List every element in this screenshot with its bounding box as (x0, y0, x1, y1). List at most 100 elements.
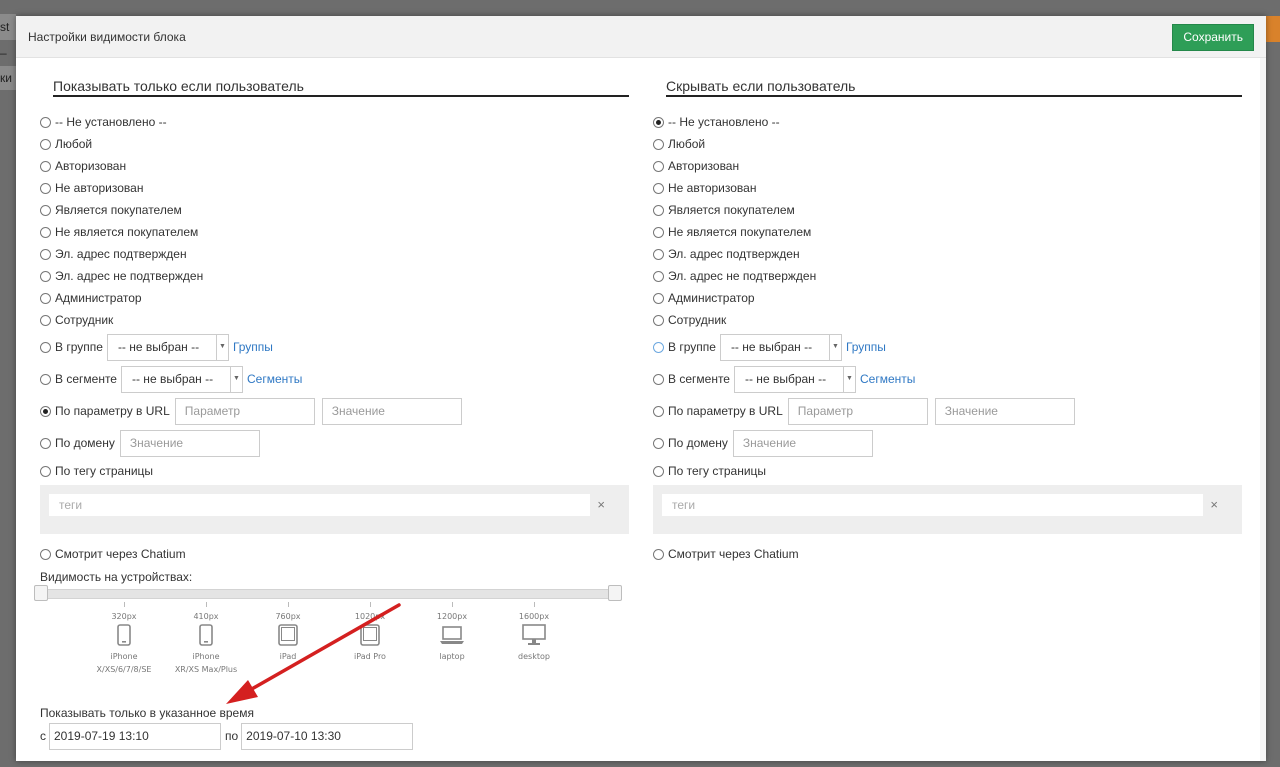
radio-option[interactable]: Любой (40, 133, 630, 155)
scrollbar[interactable] (1260, 58, 1266, 761)
close-icon[interactable]: × (597, 497, 605, 512)
segments-link[interactable]: Сегменты (247, 370, 302, 388)
radio-button[interactable] (653, 270, 664, 282)
url-param-input[interactable] (174, 397, 315, 425)
radio-button[interactable] (40, 314, 51, 326)
option-url-param[interactable]: По параметру в URL (653, 395, 1243, 427)
hide-if-title: Скрывать если пользователь (666, 78, 1242, 97)
radio-button[interactable] (40, 341, 51, 353)
radio-option[interactable]: Эл. адрес подтвержден (40, 243, 630, 265)
option-domain[interactable]: По домену (653, 427, 1243, 459)
option-in-group[interactable]: В группе -- не выбран -- ▼ Группы (40, 331, 630, 363)
radio-button[interactable] (40, 548, 51, 560)
radio-button[interactable] (653, 405, 664, 417)
radio-option[interactable]: Администратор (653, 287, 1243, 309)
radio-button[interactable] (40, 160, 51, 172)
radio-option[interactable]: Является покупателем (653, 199, 1243, 221)
radio-option[interactable]: Администратор (40, 287, 630, 309)
radio-option[interactable]: Любой (653, 133, 1243, 155)
radio-option[interactable]: Авторизован (40, 155, 630, 177)
option-label: Эл. адрес не подтвержден (55, 269, 204, 283)
tags-input[interactable] (49, 494, 590, 516)
device-range-slider[interactable] (40, 589, 622, 599)
option-label: В группе (55, 340, 103, 354)
url-param-input[interactable] (787, 397, 928, 425)
radio-option[interactable]: -- Не установлено -- (40, 111, 630, 133)
device-breakpoint: 1020px iPad Pro (325, 610, 415, 663)
tags-input[interactable] (662, 494, 1203, 516)
radio-button[interactable] (40, 248, 51, 260)
segments-link[interactable]: Сегменты (860, 370, 915, 388)
radio-button[interactable] (653, 314, 664, 326)
radio-button[interactable] (653, 373, 664, 385)
radio-option[interactable]: Авторизован (653, 155, 1243, 177)
time-range: с по (40, 722, 414, 750)
segment-select-value: -- не выбран -- (131, 372, 214, 386)
url-value-input[interactable] (321, 397, 462, 425)
groups-link[interactable]: Группы (846, 338, 886, 356)
radio-button[interactable] (653, 138, 664, 150)
groups-link[interactable]: Группы (233, 338, 273, 356)
radio-button[interactable] (40, 437, 51, 449)
radio-option[interactable]: Не авторизован (653, 177, 1243, 199)
radio-button[interactable] (653, 465, 664, 477)
radio-button[interactable] (653, 437, 664, 449)
option-in-segment[interactable]: В сегменте -- не выбран -- ▼ Сегменты (40, 363, 630, 395)
radio-button[interactable] (40, 270, 51, 282)
radio-option[interactable]: Является покупателем (40, 199, 630, 221)
radio-button[interactable] (40, 182, 51, 194)
radio-option[interactable]: Не авторизован (40, 177, 630, 199)
radio-button[interactable] (653, 548, 664, 560)
option-page-tag[interactable]: По тегу страницы (653, 459, 1243, 483)
option-chatium[interactable]: Смотрит через Chatium (40, 543, 630, 565)
option-chatium[interactable]: Смотрит через Chatium (653, 543, 1243, 565)
save-button[interactable]: Сохранить (1172, 24, 1254, 51)
radio-button[interactable] (40, 465, 51, 477)
close-icon[interactable]: × (1210, 497, 1218, 512)
option-domain[interactable]: По домену (40, 427, 630, 459)
radio-option[interactable]: -- Не установлено -- (653, 111, 1243, 133)
option-label: В группе (668, 340, 716, 354)
device-name: iPhone (110, 652, 138, 661)
radio-button[interactable] (653, 226, 664, 238)
slider-handle-max[interactable] (608, 585, 622, 601)
url-value-input[interactable] (934, 397, 1075, 425)
option-url-param[interactable]: По параметру в URL (40, 395, 630, 427)
group-select[interactable]: -- не выбран -- ▼ (719, 333, 842, 361)
radio-button[interactable] (653, 248, 664, 260)
breakpoint-width: 1200px (436, 612, 468, 621)
radio-option[interactable]: Эл. адрес не подтвержден (40, 265, 630, 287)
radio-button[interactable] (653, 160, 664, 172)
radio-button[interactable] (40, 226, 51, 238)
radio-button[interactable] (653, 204, 664, 216)
radio-button-checked[interactable] (40, 405, 51, 417)
to-datetime-input[interactable] (241, 722, 414, 750)
radio-button[interactable] (40, 116, 51, 128)
radio-button[interactable] (40, 373, 51, 385)
domain-input[interactable] (732, 429, 873, 457)
radio-option[interactable]: Сотрудник (40, 309, 630, 331)
radio-option[interactable]: Эл. адрес подтвержден (653, 243, 1243, 265)
segment-select[interactable]: -- не выбран -- ▼ (120, 365, 243, 393)
segment-select[interactable]: -- не выбран -- ▼ (733, 365, 856, 393)
group-select[interactable]: -- не выбран -- ▼ (106, 333, 229, 361)
radio-button[interactable] (40, 204, 51, 216)
radio-option[interactable]: Сотрудник (653, 309, 1243, 331)
from-datetime-input[interactable] (49, 722, 221, 750)
device-breakpoint: 1200px laptop (407, 610, 497, 663)
option-in-group[interactable]: В группе -- не выбран -- ▼ Группы (653, 331, 1243, 363)
radio-button-checked[interactable] (653, 116, 664, 128)
domain-input[interactable] (119, 429, 260, 457)
radio-option[interactable]: Эл. адрес не подтвержден (653, 265, 1243, 287)
slider-handle-min[interactable] (34, 585, 48, 601)
radio-button[interactable] (653, 182, 664, 194)
option-in-segment[interactable]: В сегменте -- не выбран -- ▼ Сегменты (653, 363, 1243, 395)
radio-button[interactable] (40, 292, 51, 304)
radio-button[interactable] (653, 341, 664, 353)
radio-option[interactable]: Не является покупателем (40, 221, 630, 243)
radio-button[interactable] (40, 138, 51, 150)
desktop-icon (489, 624, 579, 650)
radio-button[interactable] (653, 292, 664, 304)
radio-option[interactable]: Не является покупателем (653, 221, 1243, 243)
option-page-tag[interactable]: По тегу страницы (40, 459, 630, 483)
